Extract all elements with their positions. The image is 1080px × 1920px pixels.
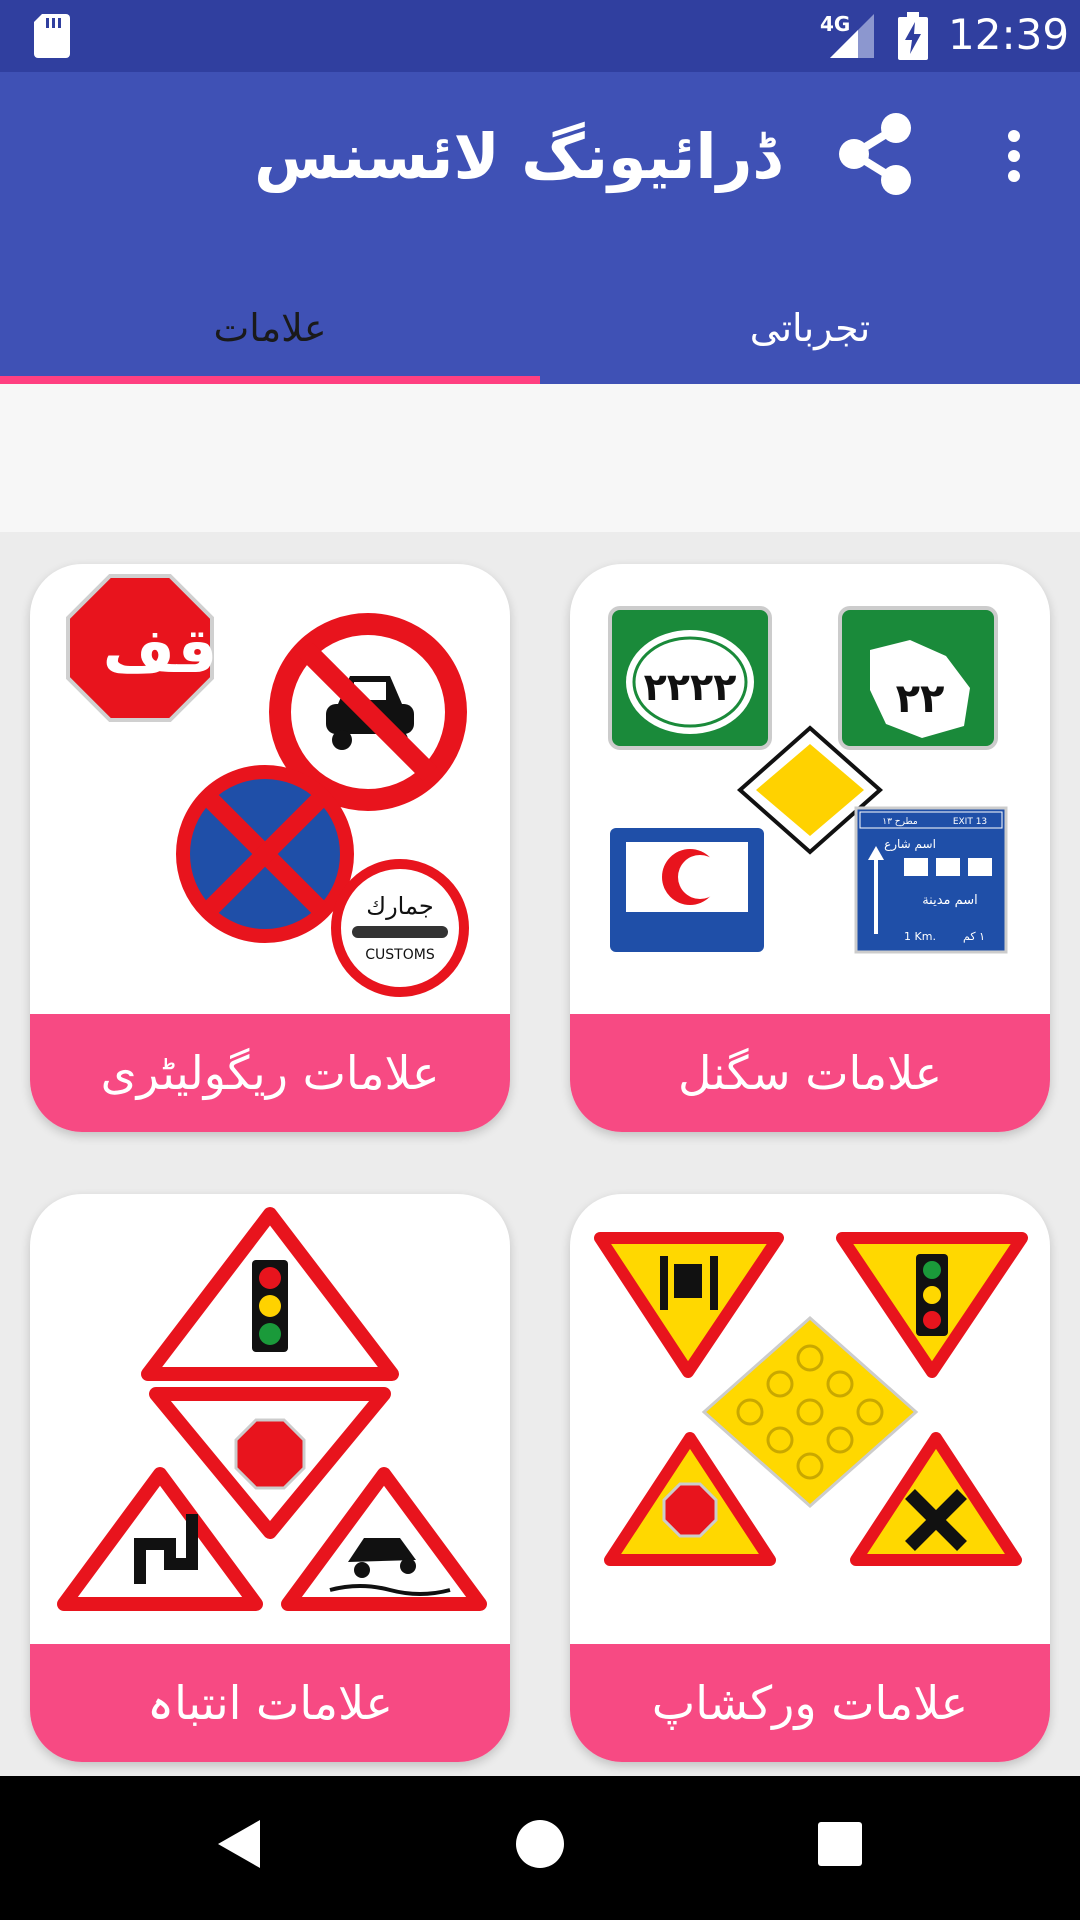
distance-arabic: ١ كم xyxy=(963,930,985,943)
map-sign-number: ٢٢ xyxy=(896,676,945,722)
more-options-icon[interactable] xyxy=(1000,128,1028,184)
app-bar: ڈرائیونگ لائسنس علامات تجرباتی xyxy=(0,72,1080,384)
card-signal-signs[interactable]: ٢٢٢٢ ٢٢ مطرح ١٣ EXIT 13 اسم شارع اسم مدي… xyxy=(570,564,1050,1132)
clock: 12:39 xyxy=(948,10,1070,59)
tab-practice[interactable]: تجرباتی xyxy=(540,272,1080,384)
card-regulatory-signs[interactable]: قف جمارك CUSTOMS علامات ریگولیٹری xyxy=(30,564,510,1132)
customs-sign-arabic: جمارك xyxy=(366,892,433,920)
exit-sign-english: EXIT 13 xyxy=(953,817,987,827)
distance-english: 1 Km. xyxy=(904,930,936,943)
street-name-text: اسم شارع xyxy=(884,837,936,852)
share-icon[interactable] xyxy=(836,112,916,196)
tab-signs[interactable]: علامات xyxy=(0,272,540,384)
card-warning-label: علامات انتباہ xyxy=(30,1644,510,1762)
tab-practice-label: تجرباتی xyxy=(749,306,871,350)
customs-sign-english: CUSTOMS xyxy=(365,947,435,963)
stop-sign-text: قف xyxy=(103,614,217,687)
signal-signs-image: ٢٢٢٢ ٢٢ مطرح ١٣ EXIT 13 اسم شارع اسم مدي… xyxy=(608,606,1008,954)
ad-banner-area xyxy=(0,384,1080,532)
city-name-text: اسم مدينة xyxy=(922,893,978,908)
back-icon[interactable] xyxy=(214,1816,264,1872)
app-title: ڈرائیونگ لائسنس xyxy=(254,120,780,193)
card-signal-label: علامات سگنل xyxy=(570,1014,1050,1132)
battery-charging-icon xyxy=(898,12,928,60)
workshop-signs-image xyxy=(594,1232,1028,1566)
card-workshop-label: علامات ورکشاپ xyxy=(570,1644,1050,1762)
tab-signs-label: علامات xyxy=(213,306,327,350)
regulatory-signs-image: قف جمارك CUSTOMS xyxy=(66,574,469,997)
signal-icon xyxy=(830,14,874,58)
card-workshop-signs[interactable]: علامات ورکشاپ xyxy=(570,1194,1050,1762)
recent-apps-icon[interactable] xyxy=(818,1822,862,1866)
card-warning-signs[interactable]: علامات انتباہ xyxy=(30,1194,510,1762)
exit-sign-arabic: مطرح ١٣ xyxy=(882,817,918,827)
home-icon[interactable] xyxy=(516,1820,564,1868)
navigation-bar xyxy=(0,1776,1080,1920)
tab-indicator xyxy=(0,376,540,384)
card-regulatory-label: علامات ریگولیٹری xyxy=(30,1014,510,1132)
warning-signs-image xyxy=(57,1207,487,1611)
sd-card-icon xyxy=(34,14,70,58)
status-bar: 4G 12:39 xyxy=(0,0,1080,72)
route-number-text: ٢٢٢٢ xyxy=(644,665,737,709)
